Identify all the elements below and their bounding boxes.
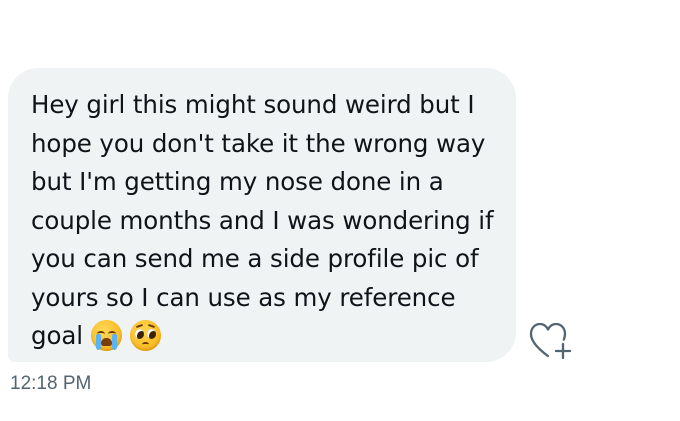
pleading-face-icon	[129, 320, 161, 351]
react-button[interactable]	[529, 321, 575, 361]
message-text-container: Hey girl this might sound weird but I ho…	[31, 86, 502, 356]
heart-plus-icon	[529, 322, 572, 360]
message-emojis	[90, 320, 161, 351]
message-text: Hey girl this might sound weird but I ho…	[31, 90, 494, 350]
message-timestamp: 12:18 PM	[10, 373, 92, 394]
dm-conversation: Hey girl this might sound weird but I ho…	[0, 0, 680, 421]
message-bubble[interactable]: Hey girl this might sound weird but I ho…	[8, 68, 516, 362]
loudly-crying-face-icon	[90, 320, 122, 351]
